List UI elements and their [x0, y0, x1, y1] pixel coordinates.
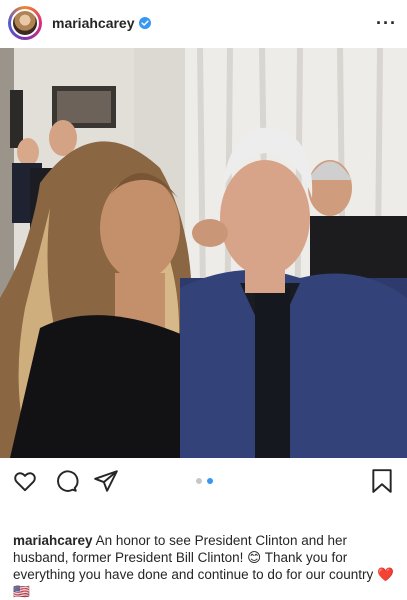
- post-header: mariahcarey ···: [0, 0, 407, 46]
- more-options-icon[interactable]: ···: [376, 14, 397, 32]
- caption-username[interactable]: mariahcarey: [13, 533, 93, 548]
- story-ring[interactable]: [8, 6, 42, 40]
- carousel-indicator: [196, 478, 213, 484]
- comment-icon[interactable]: [53, 468, 79, 499]
- post-actions: [0, 460, 407, 504]
- carousel-dot: [196, 478, 202, 484]
- verified-badge-icon: [138, 17, 151, 29]
- photo-illustration: [0, 48, 407, 458]
- heart-icon[interactable]: [12, 468, 38, 499]
- post-photo[interactable]: [0, 48, 407, 458]
- share-icon[interactable]: [93, 468, 119, 499]
- bookmark-icon[interactable]: [370, 468, 394, 499]
- post-caption: mariahcarey An honor to see President Cl…: [13, 532, 397, 600]
- carousel-dot-active: [207, 478, 213, 484]
- post-username[interactable]: mariahcarey: [52, 15, 135, 31]
- avatar[interactable]: [11, 9, 39, 37]
